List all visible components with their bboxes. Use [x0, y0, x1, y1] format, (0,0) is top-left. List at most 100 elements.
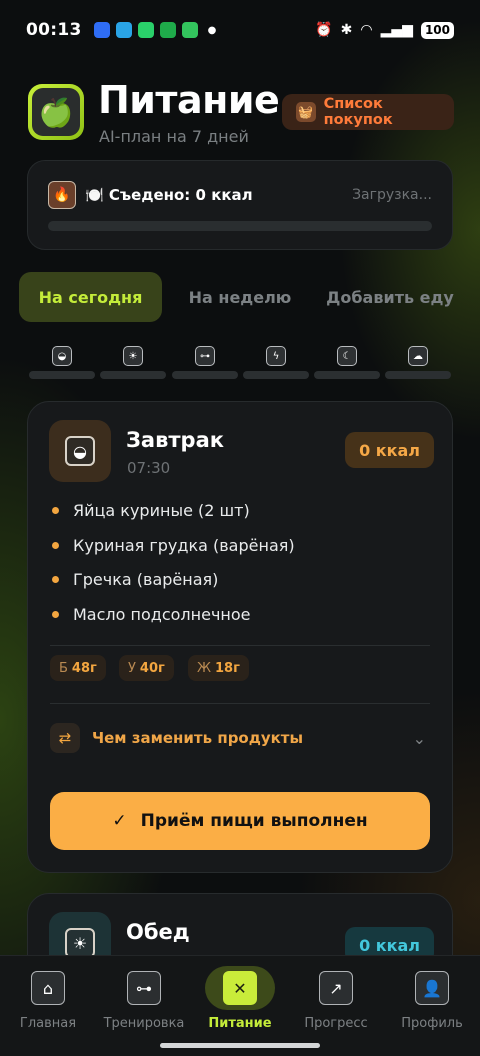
notification-app-icon: [93, 22, 110, 38]
nav-icon-wrap: ↗: [301, 966, 371, 1010]
breakfast-card: ◒ Завтрак 07:30 0 ккал Яйца куриные (2 ш…: [27, 401, 453, 873]
notification-app-icon: [137, 22, 154, 38]
tab-today[interactable]: На сегодня: [19, 272, 162, 322]
page-subtitle: AI-план на 7 дней: [99, 127, 249, 146]
divider: [50, 703, 430, 704]
nav-label: Тренировка: [103, 1016, 185, 1031]
nav-item-profile[interactable]: 👤 Профиль: [384, 966, 480, 1036]
dumbbell-icon: ⊶: [195, 346, 215, 366]
bottom-navigation: ⌂ Главная ⊶ Тренировка ✕ Питание ↗ Прогр…: [0, 955, 480, 1056]
meal-icon: ◒: [49, 420, 111, 482]
fire-icon: 🔥: [48, 181, 76, 209]
bullet-icon: [52, 576, 59, 583]
fork-knife-icon: ✕: [223, 971, 257, 1005]
shopping-list-label: Список покупок: [323, 96, 393, 128]
food-item: Гречка (варёная): [52, 570, 218, 589]
sun-icon: ☀: [65, 928, 95, 958]
meal-strip-item-breakfast[interactable]: ◒: [29, 346, 95, 380]
eaten-summary-card: 🔥 🍽️ Съедено: 0 ккал Загрузка...: [27, 160, 453, 250]
signal-icon: ▂▄▆: [380, 22, 413, 38]
wifi-icon: ◠: [360, 22, 373, 38]
nav-label: Главная: [19, 1016, 77, 1031]
cloud-icon: ☁: [408, 346, 428, 366]
nav-item-workout[interactable]: ⊶ Тренировка: [96, 966, 192, 1036]
meal-strip-bar: [100, 371, 166, 379]
macro-key: Ж: [197, 660, 212, 676]
meal-done-button[interactable]: ✓ Приём пищи выполнен: [50, 792, 430, 850]
tab-week[interactable]: На неделю: [170, 272, 310, 322]
shopping-list-button[interactable]: 🧺 Список покупок: [282, 94, 454, 130]
meal-strip-bar: [385, 371, 451, 379]
food-item-label: Яйца куриные (2 шт): [73, 501, 250, 520]
home-indicator[interactable]: [160, 1043, 320, 1048]
chevron-down-icon: ⌄: [412, 728, 426, 748]
sun-icon: ☀: [123, 346, 143, 366]
status-time: 00:13: [26, 20, 82, 40]
food-item-label: Гречка (варёная): [73, 570, 219, 589]
checkmark-icon: ✓: [112, 811, 127, 831]
nav-icon-wrap: ✕: [205, 966, 275, 1010]
alarm-icon: ⏰: [315, 22, 333, 38]
meal-strip-bar: [314, 371, 380, 379]
eaten-label: 🍽️ Съедено: 0 ккал: [85, 186, 253, 204]
meal-strip-item-lunch[interactable]: ☀: [100, 346, 166, 380]
meal-strip-bar: [243, 371, 309, 379]
bullet-icon: [52, 542, 59, 549]
macro-value: 40г: [139, 660, 165, 676]
nav-item-progress[interactable]: ↗ Прогресс: [288, 966, 384, 1036]
home-icon: ⌂: [31, 971, 65, 1005]
macro-protein: Б 48г: [50, 655, 106, 681]
meal-strip-item-snack[interactable]: ϟ: [243, 346, 309, 380]
nav-label: Прогресс: [304, 1016, 368, 1031]
nav-label: Питание: [208, 1016, 272, 1031]
battery-icon: 100: [420, 21, 454, 39]
nav-icon-wrap: ⊶: [109, 966, 179, 1010]
nav-icon-wrap: 👤: [397, 966, 467, 1010]
macro-key: Б: [59, 660, 68, 676]
replace-products-toggle[interactable]: ⇄ Чем заменить продукты ⌄: [50, 722, 430, 754]
app-logo: 🍏: [28, 84, 84, 140]
bullet-icon: [52, 507, 59, 514]
apple-icon: 🍏: [32, 88, 80, 136]
nav-label: Профиль: [401, 1016, 463, 1031]
macro-value: 18г: [215, 660, 240, 676]
meal-name: Завтрак: [126, 428, 225, 452]
nav-item-nutrition[interactable]: ✕ Питание: [192, 966, 288, 1036]
calorie-progress-bar: [48, 221, 432, 231]
meal-name: Обед: [126, 920, 190, 944]
sunrise-icon: ◒: [52, 346, 72, 366]
more-notifications-icon: ●: [207, 24, 217, 36]
status-bar: 00:13 ● ⏰ ✱ ◠ ▂▄▆ 100: [26, 16, 454, 44]
meal-strip-bar: [29, 371, 95, 379]
notification-app-icon: [115, 22, 132, 38]
macro-value: 48г: [71, 660, 97, 676]
meal-done-label: Приём пищи выполнен: [140, 811, 368, 831]
divider: [50, 645, 430, 646]
meal-strip-item-dinner[interactable]: ☾: [314, 346, 380, 380]
meal-strip-item-night[interactable]: ☁: [385, 346, 451, 380]
status-right: ⏰ ✱ ◠ ▂▄▆ 100: [315, 21, 454, 39]
notification-app-icon: [159, 22, 176, 38]
meal-time: 07:30: [127, 459, 171, 477]
bluetooth-icon: ✱: [340, 22, 353, 38]
food-item: Куриная грудка (варёная): [52, 536, 295, 555]
macro-fat: Ж 18г: [188, 655, 249, 681]
food-item: Яйца куриные (2 шт): [52, 501, 250, 520]
meal-kcal-badge: 0 ккал: [345, 432, 434, 468]
food-item-label: Куриная грудка (варёная): [73, 536, 295, 555]
user-icon: 👤: [415, 971, 449, 1005]
macro-carbs: У 40г: [119, 655, 174, 681]
dumbbell-icon: ⊶: [127, 971, 161, 1005]
moon-icon: ☾: [337, 346, 357, 366]
notification-app-icon: [181, 22, 198, 38]
lightning-icon: ϟ: [266, 346, 286, 366]
chart-icon: ↗: [319, 971, 353, 1005]
food-item: Масло подсолнечное: [52, 605, 250, 624]
bullet-icon: [52, 611, 59, 618]
food-item-label: Масло подсолнечное: [73, 605, 251, 624]
nav-item-home[interactable]: ⌂ Главная: [0, 966, 96, 1036]
page-title: Питание: [98, 78, 280, 122]
tab-add-food[interactable]: Добавить еду: [320, 272, 460, 322]
basket-icon: 🧺: [296, 102, 316, 122]
meal-strip-item-workout[interactable]: ⊶: [172, 346, 238, 380]
